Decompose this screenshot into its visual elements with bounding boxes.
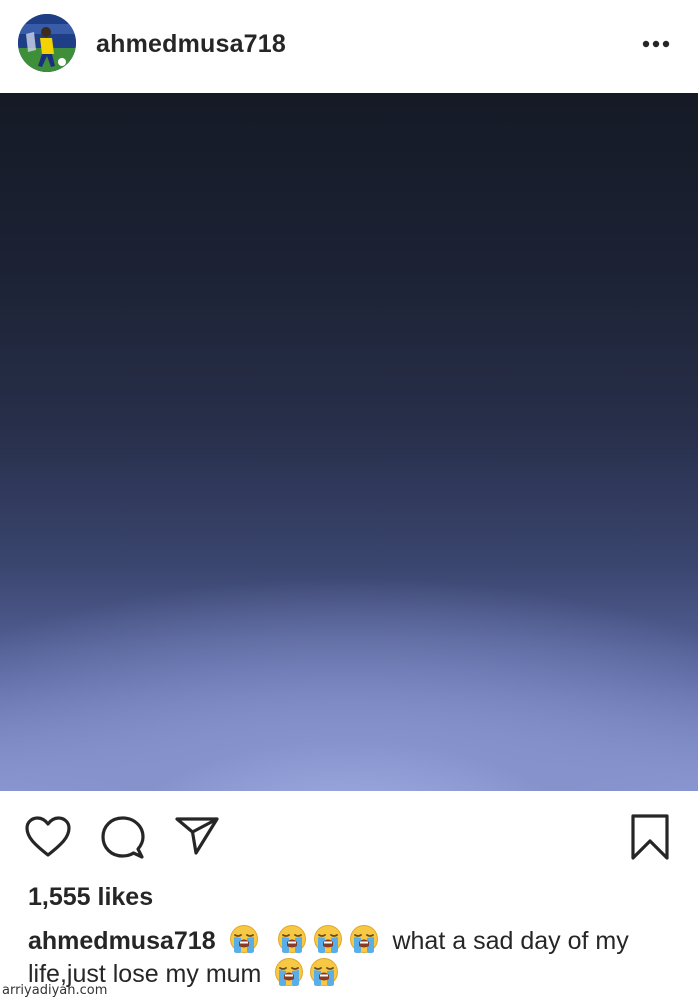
crying-face-emoji (313, 924, 343, 954)
crying-face-emoji (309, 957, 339, 987)
more-horizontal-icon[interactable] (640, 34, 672, 54)
post-header: ahmedmusa718 (0, 0, 698, 93)
action-bar (0, 791, 698, 881)
crying-face-emoji (277, 924, 307, 954)
caption-text-line-1: what a sad day of my (392, 927, 629, 955)
crying-face-emoji (274, 957, 304, 987)
post-username[interactable]: ahmedmusa718 (96, 30, 286, 58)
avatar[interactable] (18, 14, 76, 72)
likes-count[interactable]: 1,555 likes (28, 882, 153, 912)
comment-icon[interactable] (100, 815, 146, 861)
send-icon[interactable] (174, 815, 220, 857)
watermark: arriyadiyah.com (2, 983, 108, 998)
bookmark-icon[interactable] (630, 813, 670, 861)
crying-face-emoji (349, 924, 379, 954)
caption-username[interactable]: ahmedmusa718 (28, 927, 216, 955)
heart-icon[interactable] (24, 815, 72, 859)
crying-face-emoji (229, 924, 259, 954)
post-caption: ahmedmusa718 what a sad day of my life,j… (28, 924, 678, 990)
post-image[interactable] (0, 93, 698, 791)
